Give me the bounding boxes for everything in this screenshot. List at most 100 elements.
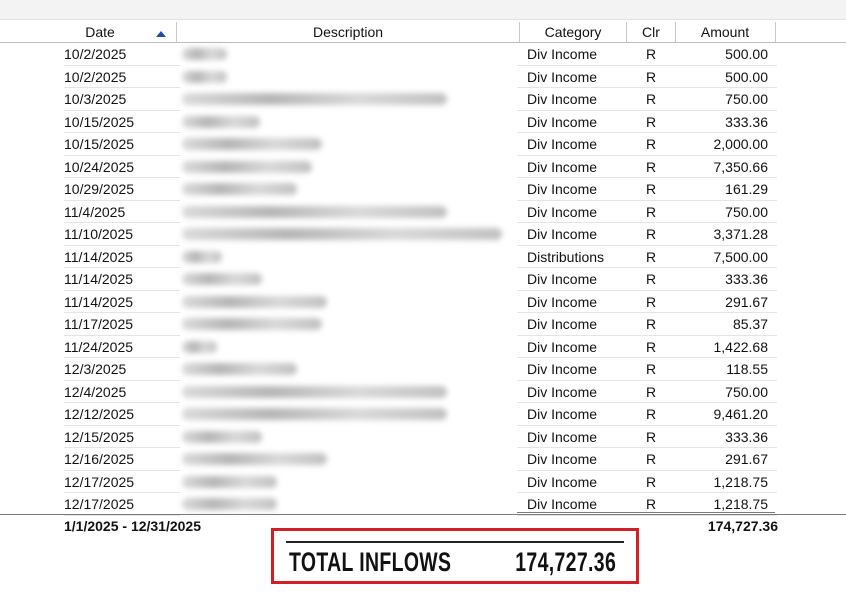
transaction-date: 10/15/2025 <box>64 136 135 152</box>
cleared-status[interactable]: R <box>646 361 656 377</box>
cleared-status[interactable]: R <box>646 451 656 467</box>
cleared-status[interactable]: R <box>646 294 656 310</box>
transaction-row[interactable]: 10/15/2025 Div Income R 333.36 <box>0 111 846 133</box>
transaction-row[interactable]: 11/4/2025 Div Income R 750.00 <box>0 201 846 223</box>
redacted-description <box>182 453 327 465</box>
transaction-category: Div Income <box>527 383 598 400</box>
transaction-row[interactable]: 12/16/2025 Div Income R 291.67 <box>0 448 846 471</box>
cleared-status[interactable]: R <box>646 474 656 490</box>
redacted-description <box>182 273 262 285</box>
transaction-row[interactable]: 10/29/2025 Div Income R 161.29 <box>0 178 846 201</box>
redacted-description <box>182 430 262 443</box>
footer-total: 174,727.36 <box>707 518 778 534</box>
transaction-category: Div Income <box>527 293 598 310</box>
cleared-status[interactable]: R <box>646 69 656 85</box>
transaction-row[interactable]: 10/24/2025 Div Income R 7,350.66 <box>0 156 846 178</box>
transaction-category: Div Income <box>527 46 598 62</box>
redacted-description <box>182 318 322 330</box>
register-header: Date Description Category Clr Amount <box>0 20 846 43</box>
transaction-amount: 1,218.75 <box>713 496 769 512</box>
column-header-description[interactable]: Description <box>177 20 519 42</box>
transaction-category: Div Income <box>527 158 598 175</box>
transaction-row[interactable]: 12/3/2025 Div Income R 118.55 <box>0 358 846 381</box>
transaction-row[interactable]: 11/10/2025 Div Income R 3,371.28 <box>0 223 846 246</box>
transaction-amount: 2,000.00 <box>713 136 769 152</box>
transaction-amount: 161.29 <box>725 181 768 197</box>
transaction-date: 10/24/2025 <box>64 158 135 175</box>
transaction-row[interactable]: 11/17/2025 Div Income R 85.37 <box>0 313 846 336</box>
cleared-status[interactable]: R <box>646 181 656 197</box>
total-inflows-label: TOTAL INFLOWS <box>289 547 452 577</box>
transaction-category: Div Income <box>527 428 598 445</box>
transaction-amount: 7,500.00 <box>713 248 769 265</box>
transaction-row[interactable]: 11/24/2025 Div Income R 1,422.68 <box>0 336 846 358</box>
column-divider[interactable] <box>775 22 776 42</box>
redacted-description <box>182 250 222 263</box>
cleared-status[interactable]: R <box>646 271 656 287</box>
transaction-date: 10/29/2025 <box>64 181 135 197</box>
transaction-row[interactable]: 11/14/2025 Div Income R 333.36 <box>0 268 846 291</box>
transaction-row[interactable]: 12/4/2025 Div Income R 750.00 <box>0 381 846 403</box>
transaction-category: Div Income <box>527 136 598 152</box>
transaction-category: Div Income <box>527 203 598 220</box>
transaction-amount: 750.00 <box>725 203 768 220</box>
transaction-amount: 750.00 <box>725 383 768 400</box>
transaction-date: 11/24/2025 <box>64 338 134 355</box>
transaction-category: Div Income <box>527 68 598 85</box>
transaction-amount: 500.00 <box>725 68 768 85</box>
redacted-description <box>182 93 447 105</box>
transaction-row[interactable]: 12/15/2025 Div Income R 333.36 <box>0 426 846 448</box>
transaction-category: Div Income <box>527 406 598 422</box>
total-inflows-value: 174,727.36 <box>515 547 616 577</box>
column-header-category[interactable]: Category <box>520 20 626 42</box>
total-inflows-callout: TOTAL INFLOWS 174,727.36 <box>271 528 639 584</box>
transaction-category: Distributions <box>527 248 605 265</box>
redacted-description <box>182 138 322 150</box>
cleared-status[interactable]: R <box>646 46 656 62</box>
transaction-category: Div Income <box>527 496 598 512</box>
transaction-date: 11/14/2025 <box>64 271 134 287</box>
redacted-description <box>182 205 447 218</box>
redacted-description <box>182 115 260 128</box>
cleared-status[interactable]: R <box>646 249 656 265</box>
cleared-status[interactable]: R <box>646 429 656 445</box>
cleared-status[interactable]: R <box>646 136 656 152</box>
cleared-status[interactable]: R <box>646 226 656 242</box>
sort-ascending-icon[interactable] <box>156 31 166 37</box>
column-header-amount[interactable]: Amount <box>676 20 774 42</box>
transaction-category: Div Income <box>527 226 598 242</box>
transaction-row[interactable]: 10/2/2025 Div Income R 500.00 <box>0 43 846 66</box>
transaction-amount: 118.55 <box>726 361 768 377</box>
cleared-status[interactable]: R <box>646 339 656 355</box>
redacted-description <box>182 475 277 488</box>
transaction-date: 10/2/2025 <box>64 46 127 62</box>
transaction-amount: 1,422.68 <box>713 338 769 355</box>
transaction-row[interactable]: 11/14/2025 Div Income R 291.67 <box>0 291 846 313</box>
transaction-row[interactable]: 10/15/2025 Div Income R 2,000.00 <box>0 133 846 156</box>
cleared-status[interactable]: R <box>646 384 656 400</box>
cleared-status[interactable]: R <box>646 204 656 220</box>
redacted-description <box>182 295 327 308</box>
column-header-date[interactable]: Date <box>64 20 136 42</box>
cleared-status[interactable]: R <box>646 114 656 130</box>
column-header-clr[interactable]: Clr <box>627 20 675 42</box>
transaction-category: Div Income <box>527 113 598 130</box>
transaction-row[interactable]: 12/12/2025 Div Income R 9,461.20 <box>0 403 846 426</box>
redacted-description <box>182 183 297 195</box>
cleared-status[interactable]: R <box>646 316 656 332</box>
transaction-row[interactable]: 11/14/2025 Distributions R 7,500.00 <box>0 246 846 268</box>
cleared-status[interactable]: R <box>646 496 656 512</box>
transaction-date: 11/4/2025 <box>64 203 126 220</box>
cleared-status[interactable]: R <box>646 91 656 107</box>
transaction-date: 12/16/2025 <box>64 451 135 467</box>
cleared-status[interactable]: R <box>646 406 656 422</box>
transaction-row[interactable]: 10/3/2025 Div Income R 750.00 <box>0 88 846 111</box>
date-range: 1/1/2025 - 12/31/2025 <box>64 518 202 534</box>
cleared-status[interactable]: R <box>646 159 656 175</box>
transaction-amount: 9,461.20 <box>713 406 769 422</box>
transaction-category: Div Income <box>527 361 598 377</box>
transaction-row[interactable]: 12/17/2025 Div Income R 1,218.75 <box>0 471 846 493</box>
transaction-row[interactable]: 10/2/2025 Div Income R 500.00 <box>0 66 846 88</box>
transaction-date: 11/14/2025 <box>64 248 134 265</box>
transaction-date: 12/15/2025 <box>64 428 135 445</box>
